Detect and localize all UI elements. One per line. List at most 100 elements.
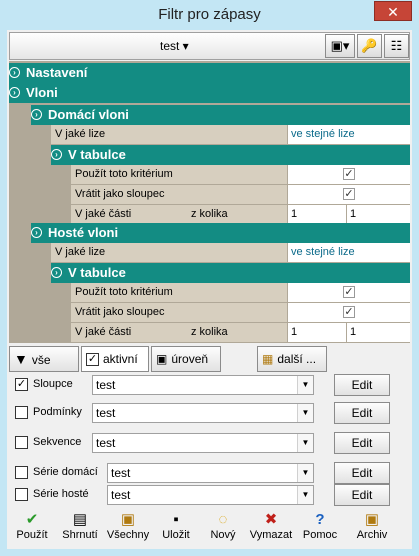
section-vloni[interactable]: › Vloni	[9, 83, 410, 103]
window-title: Filtr pro zápasy	[158, 6, 261, 23]
label-z-kolika: z kolika	[191, 205, 287, 224]
vymazat-button[interactable]: ✖ Vymazat	[247, 511, 295, 549]
row-checkbox[interactable]: ✓	[15, 378, 28, 391]
layers-dropdown-icon[interactable]: ▣▾	[325, 34, 355, 58]
filter-row: ✓ Sloupce test ▼ Edit	[9, 372, 410, 398]
label-vratit-2: Vrátit jako sloupec	[71, 303, 287, 322]
ulozit-button[interactable]: ▪ Uložit	[156, 511, 196, 549]
collapse-icon: ›	[31, 227, 42, 239]
label-v-jake-lize: V jaké lize	[51, 125, 287, 144]
row-select[interactable]: test ▼	[92, 375, 314, 395]
row-checkbox[interactable]	[15, 436, 28, 449]
help-icon: ?	[315, 511, 325, 528]
value-cast-2[interactable]: 1	[288, 323, 346, 342]
filter-row: Podmínky test ▼ Edit	[9, 400, 410, 426]
filter-row: Sekvence test ▼ Edit	[9, 430, 410, 456]
check-pouzit[interactable]: ✓	[343, 168, 355, 180]
row-select[interactable]: test ▼	[107, 485, 314, 505]
edit-button[interactable]: Edit	[334, 374, 390, 396]
label-vratit: Vrátit jako sloupec	[71, 185, 287, 204]
pomoc-button[interactable]: ? Pomoc	[300, 511, 340, 549]
row-select-value: test	[96, 436, 116, 450]
chevron-down-icon: ▼	[297, 434, 313, 452]
edit-button[interactable]: Edit	[334, 402, 390, 424]
tab-uroven[interactable]: ▣ úroveň	[151, 346, 221, 372]
row-select-value: test	[96, 378, 116, 392]
check-vratit[interactable]: ✓	[343, 188, 355, 200]
section-v-tabulce[interactable]: › V tabulce	[51, 145, 410, 165]
tab-vse[interactable]: ▼ vše	[9, 346, 79, 372]
row-label: Podmínky	[33, 406, 82, 418]
row-select[interactable]: test ▼	[92, 433, 314, 453]
label-v-jake-lize-2: V jaké lize	[51, 243, 287, 262]
value-pouzit-2: ✓	[288, 283, 410, 302]
label-v-jake-casti: V jaké části	[71, 205, 191, 224]
expand-icon: ›	[9, 67, 20, 79]
row-checkbox[interactable]	[15, 488, 28, 501]
collapse-icon: ›	[9, 87, 20, 99]
label-v-jake-casti-2: V jaké části	[71, 323, 191, 342]
value-v-jake-lize[interactable]: ve stejné lize	[288, 125, 410, 144]
chevron-down-icon: ▼	[297, 464, 313, 482]
tree-view-icon[interactable]: ☷	[384, 34, 409, 58]
shrnuti-button[interactable]: ▤ Shrnutí	[58, 511, 102, 549]
edit-button[interactable]: Edit	[334, 432, 390, 454]
summary-icon: ▤	[72, 511, 88, 528]
value-z-kolika-2[interactable]: 1	[347, 323, 410, 342]
row-label: Série domácí	[33, 466, 98, 478]
close-button[interactable]: ✕	[374, 1, 412, 21]
value-pouzit: ✓	[288, 165, 410, 184]
check-vratit-2[interactable]: ✓	[343, 306, 355, 318]
archive-icon: ▣	[364, 511, 380, 528]
save-icon: ▪	[173, 511, 179, 528]
check-pouzit-2[interactable]: ✓	[343, 286, 355, 298]
tab-dalsi[interactable]: ▦ další ...	[257, 346, 327, 372]
section-nastaveni[interactable]: › Nastavení	[9, 63, 410, 83]
label-pouzit-2: Použít toto kritérium	[71, 283, 287, 302]
value-cast[interactable]: 1	[288, 205, 346, 224]
label-z-kolika-2: z kolika	[191, 323, 287, 342]
level-icon: ▣	[156, 352, 168, 366]
row-checkbox[interactable]	[15, 466, 28, 479]
criteria-tree: › Nastavení › Vloni › Domácí vloni V jaké l…	[9, 61, 410, 343]
value-vratit: ✓	[288, 185, 410, 204]
profile-dropdown[interactable]: test ▾	[160, 39, 189, 53]
row-label: Série hosté	[33, 488, 89, 500]
archiv-button[interactable]: ▣ Archiv	[349, 511, 395, 549]
collapse-icon: ›	[51, 267, 62, 279]
film-icon: ▦	[262, 352, 274, 366]
value-z-kolika[interactable]: 1	[347, 205, 410, 224]
row-select-value: test	[111, 488, 131, 502]
chevron-down-icon: ▼	[297, 486, 313, 504]
check-icon: ✔	[25, 511, 39, 528]
key-icon[interactable]: 🔑	[357, 34, 382, 58]
section-domaci-vloni[interactable]: › Domácí vloni	[31, 105, 410, 125]
chevron-down-icon: ▼	[297, 376, 313, 394]
edit-button[interactable]: Edit	[334, 462, 390, 484]
section-v-tabulce-2[interactable]: › V tabulce	[51, 263, 410, 283]
label-pouzit: Použít toto kritérium	[71, 165, 287, 184]
collapse-icon: ›	[51, 149, 62, 161]
new-icon: ◌	[218, 511, 228, 528]
tab-aktivni[interactable]: ✓ aktivní	[81, 346, 149, 372]
novy-button[interactable]: ◌ Nový	[203, 511, 243, 549]
delete-icon: ✖	[264, 511, 278, 528]
collapse-icon: ›	[31, 109, 42, 121]
pouzit-button[interactable]: ✔ Použít	[10, 511, 54, 549]
row-select-value: test	[96, 406, 116, 420]
row-select[interactable]: test ▼	[92, 403, 314, 423]
row-label: Sloupce	[33, 378, 73, 390]
value-vratit-2: ✓	[288, 303, 410, 322]
row-label: Sekvence	[33, 436, 82, 448]
row-select[interactable]: test ▼	[107, 463, 314, 483]
chevron-down-icon: ▼	[297, 404, 313, 422]
vsechny-button[interactable]: ▣ Všechny	[104, 511, 152, 549]
section-hoste-vloni[interactable]: › Hosté vloni	[31, 223, 410, 243]
checkbox-icon: ✓	[86, 353, 99, 367]
edit-button[interactable]: Edit	[334, 484, 390, 506]
row-select-value: test	[111, 466, 131, 480]
value-v-jake-lize-2[interactable]: ve stejné lize	[288, 243, 410, 262]
filter-row: Série hosté test ▼ Edit	[9, 482, 410, 508]
row-checkbox[interactable]	[15, 406, 28, 419]
all-icon: ▣	[120, 511, 136, 528]
